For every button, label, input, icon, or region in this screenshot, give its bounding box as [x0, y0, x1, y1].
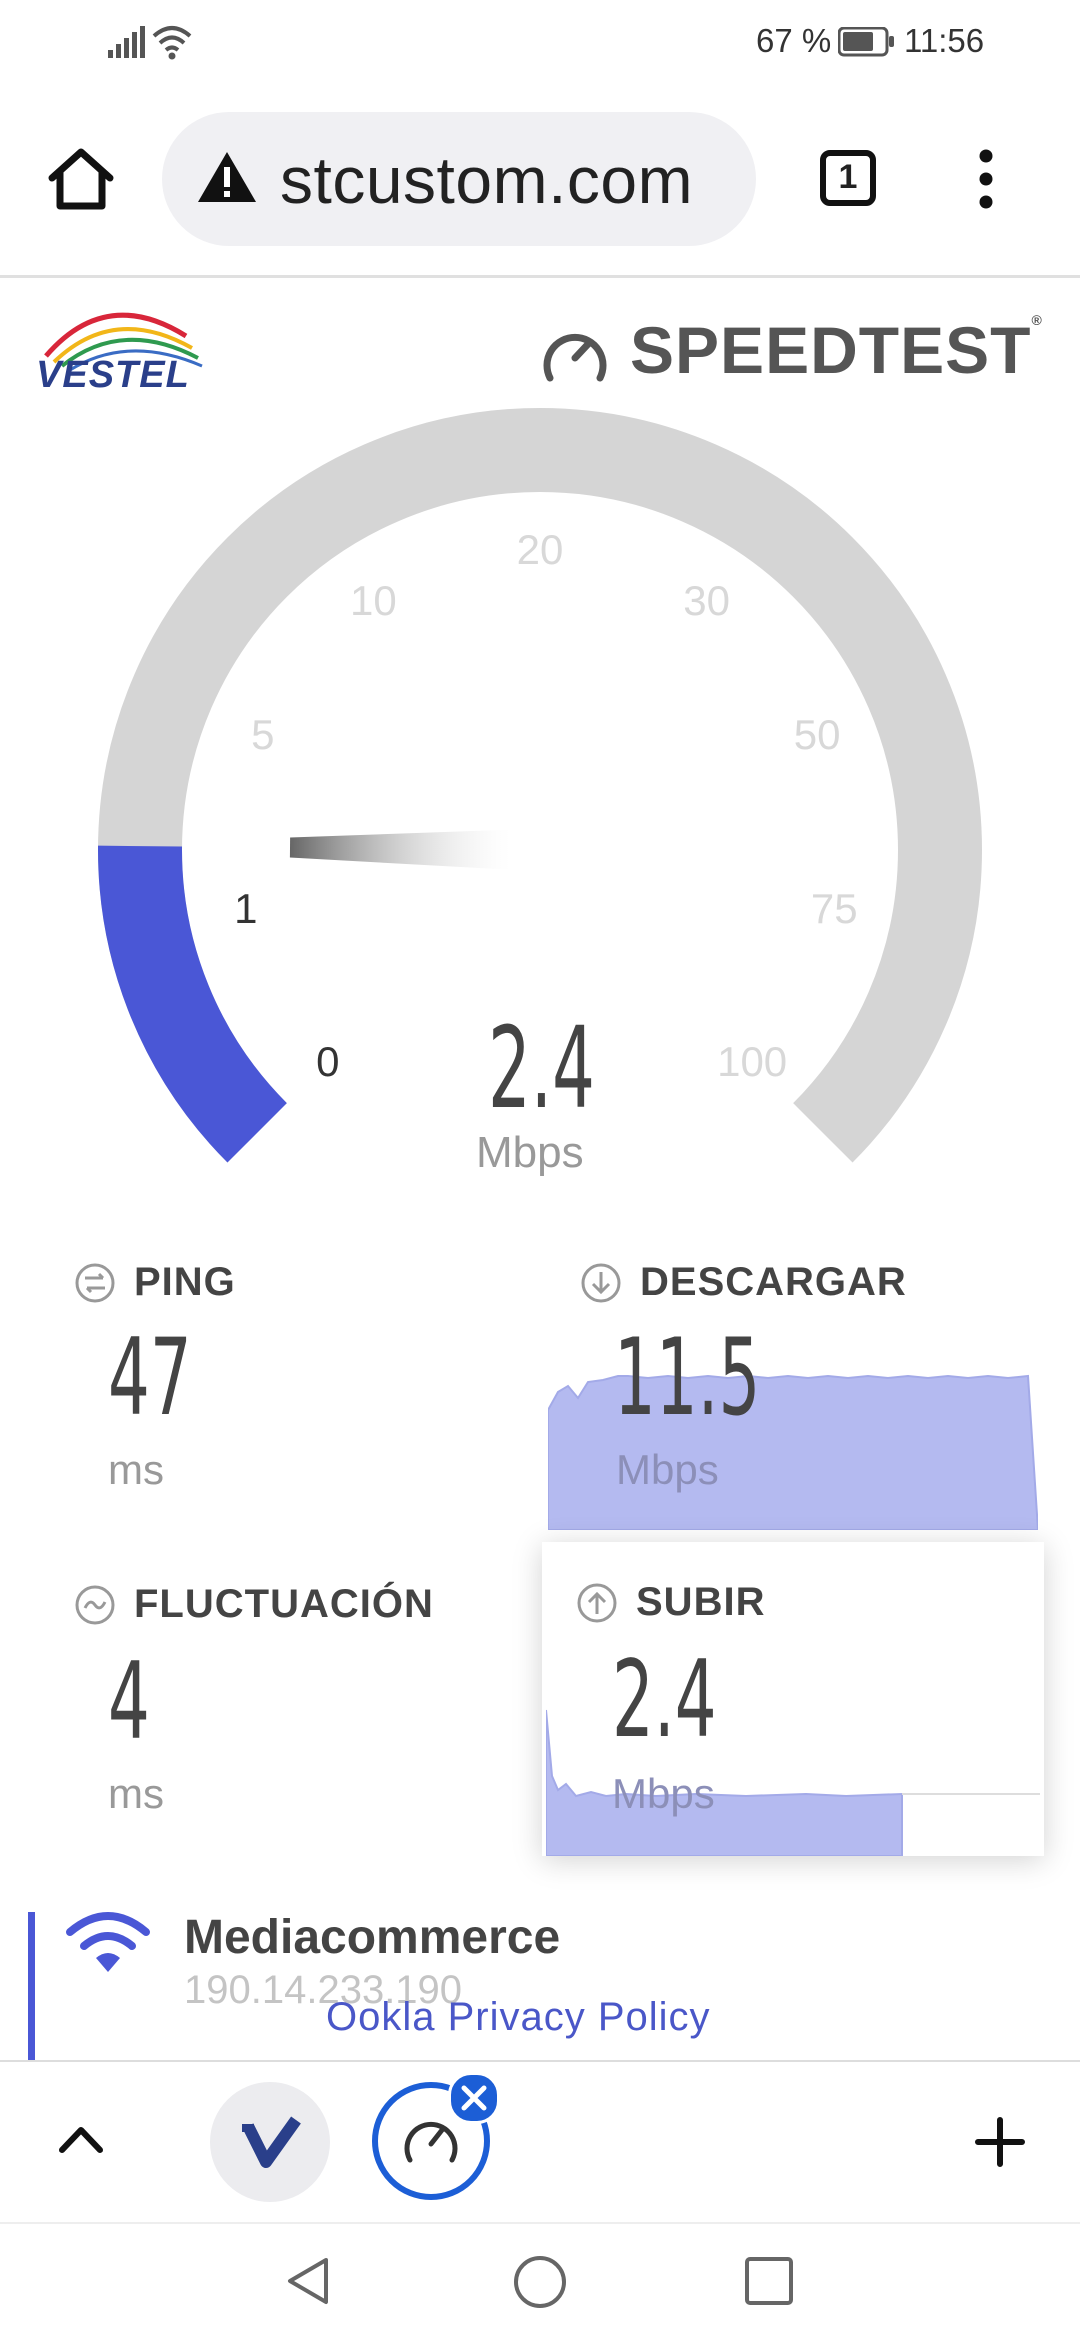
gauge-tick-label: 30: [683, 576, 731, 624]
download-icon: [581, 1263, 621, 1303]
warning-icon[interactable]: [196, 150, 258, 204]
ping-title: PING: [134, 1260, 236, 1304]
jitter-title: FLUCTUACIÓN: [134, 1582, 434, 1626]
battery-percent: 67 %: [756, 22, 832, 59]
provider-name: Mediacommerce: [184, 1911, 561, 1964]
upload-icon: [577, 1583, 617, 1623]
clock: 11:56: [904, 22, 985, 59]
battery-icon: [838, 27, 894, 57]
gauge-tick-label: 100: [717, 1038, 788, 1086]
ping-unit: ms: [108, 1446, 164, 1493]
url-text[interactable]: stcustom.com: [280, 142, 693, 218]
provider-accent-bar: [28, 1912, 35, 2060]
close-tab-button[interactable]: [448, 2072, 500, 2124]
wifi-provider-icon: [66, 1912, 150, 1972]
ping-value: 47: [108, 1316, 192, 1439]
jitter-value: 4: [108, 1640, 150, 1763]
gauge-needle: [289, 829, 511, 870]
tab-vestel[interactable]: [210, 2082, 330, 2202]
vestel-tab-icon: [242, 2116, 301, 2168]
status-bar: 67 % 11:56: [0, 0, 1080, 88]
gauge-tick-label: 1: [234, 884, 258, 932]
upload-title: SUBIR: [636, 1580, 766, 1624]
gauge-tick-label: 75: [810, 884, 858, 932]
download-title: DESCARGAR: [640, 1260, 907, 1304]
gauge-tick-label: 50: [793, 711, 841, 759]
back-icon[interactable]: [282, 2254, 332, 2308]
more-menu-icon[interactable]: [974, 146, 998, 212]
download-value: 11.5: [614, 1316, 761, 1439]
upload-value: 2.4: [612, 1638, 717, 1761]
tab-switcher-button[interactable]: 1: [820, 150, 876, 206]
tab-strip: [0, 2060, 1080, 2224]
gauge-value: 2.4: [488, 1004, 595, 1134]
chevron-up-icon[interactable]: [58, 2124, 104, 2154]
privacy-policy-link[interactable]: Ookla Privacy Policy: [326, 1995, 711, 2040]
gauge-unit: Mbps: [476, 1128, 584, 1177]
wifi-status-icon: [152, 26, 192, 60]
gauge-tick-label: 10: [349, 576, 397, 624]
upload-sparkline-area: [546, 1709, 903, 1856]
toolbar-divider: [0, 275, 1080, 278]
close-icon: [461, 2085, 487, 2111]
home-icon[interactable]: [46, 146, 116, 212]
download-unit: Mbps: [616, 1446, 719, 1493]
signal-icon: [108, 26, 145, 58]
upload-unit: Mbps: [612, 1770, 715, 1817]
gauge-tick-label: 20: [516, 526, 564, 573]
recents-icon[interactable]: [744, 2256, 794, 2306]
gauge-tick-label: 5: [251, 711, 275, 759]
gauge-tick-label: 0: [316, 1038, 340, 1086]
jitter-icon: [75, 1585, 115, 1625]
home-circle-icon[interactable]: [512, 2254, 568, 2310]
ping-icon: [75, 1263, 115, 1303]
jitter-unit: ms: [108, 1770, 164, 1817]
new-tab-plus-icon[interactable]: [974, 2116, 1026, 2168]
